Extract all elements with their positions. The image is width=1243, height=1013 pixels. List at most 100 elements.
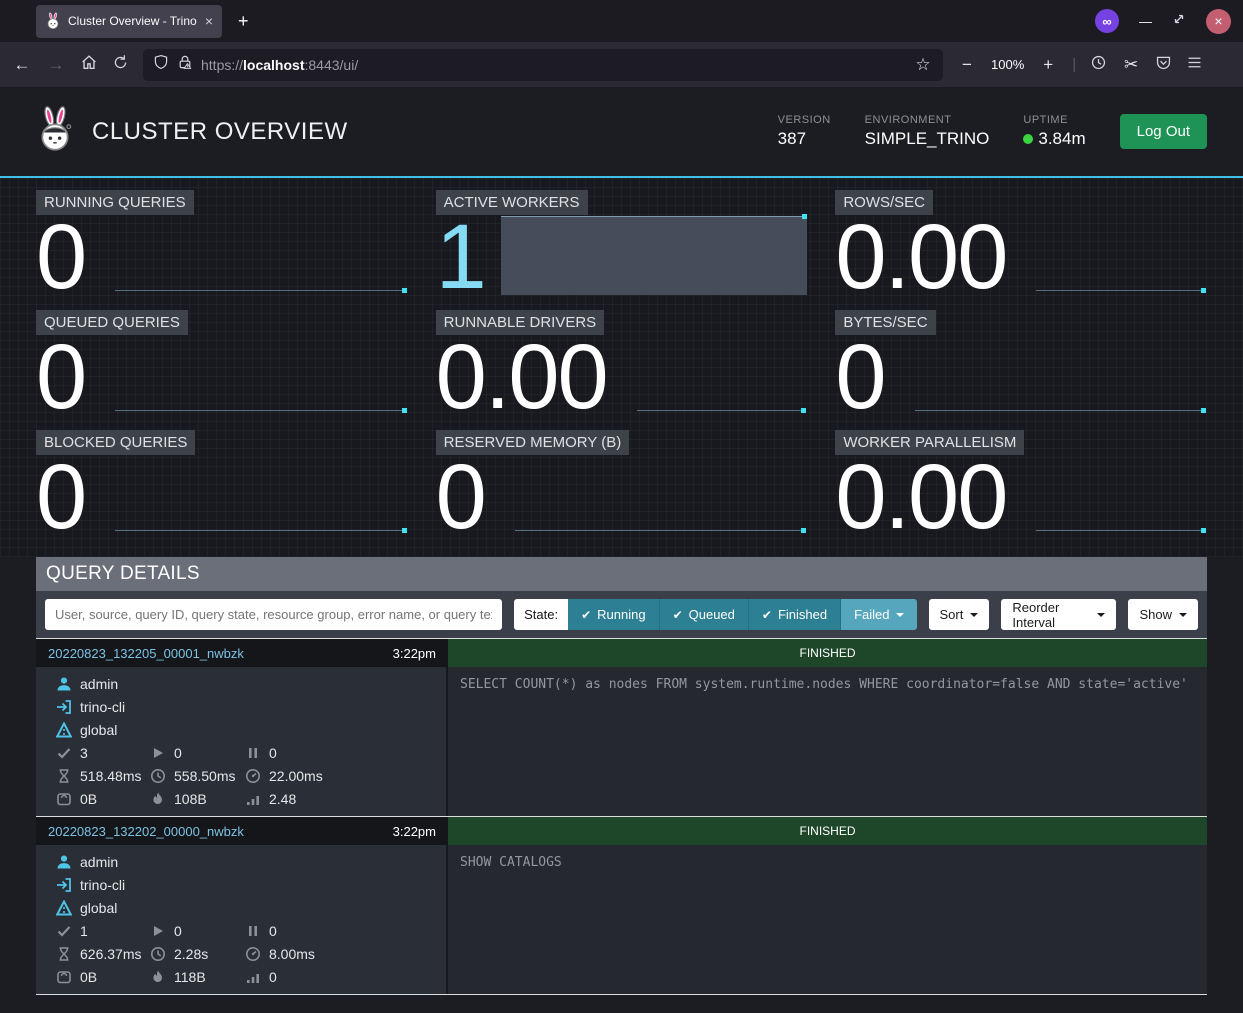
- screenshot-scissors-icon[interactable]: ✂: [1121, 55, 1141, 75]
- state-filter-group: State: ✔Running ✔Queued ✔Finished Failed: [514, 599, 916, 630]
- query-row: 20220823_132205_00001_nwbzk 3:22pm FINIS…: [36, 638, 1207, 816]
- url-text[interactable]: https://localhost:8443/ui/: [201, 57, 905, 73]
- query-status-badge: FINISHED: [448, 639, 1207, 667]
- filter-failed-dropdown[interactable]: Failed: [841, 599, 916, 630]
- query-time: 3:22pm: [393, 824, 436, 839]
- wall-time-icon: [56, 946, 72, 962]
- zoom-in-icon[interactable]: +: [1038, 55, 1058, 75]
- elapsed-time-icon: [150, 768, 166, 784]
- chevron-down-icon: [896, 613, 904, 617]
- search-input[interactable]: [45, 599, 502, 630]
- running-splits-icon: [150, 923, 166, 939]
- chevron-down-icon: [1097, 613, 1105, 617]
- reload-icon[interactable]: [112, 54, 129, 76]
- source-icon: [56, 877, 72, 893]
- resource-group-icon: [56, 722, 72, 738]
- query-list: 20220823_132205_00001_nwbzk 3:22pm FINIS…: [36, 638, 1207, 995]
- stat-card-active-workers: ACTIVE WORKERS 1: [436, 190, 808, 301]
- queued-splits-icon: [245, 923, 261, 939]
- trino-favicon: [45, 12, 61, 30]
- filter-finished-button[interactable]: ✔Finished: [749, 599, 841, 630]
- chevron-down-icon: [1179, 613, 1187, 617]
- cumulative-memory-icon: [150, 791, 166, 807]
- lock-warning-icon[interactable]: [177, 54, 193, 75]
- browser-navbar: ← → https://localhost:8443/ui/ ☆ − 100% …: [0, 42, 1243, 87]
- menu-hamburger-icon[interactable]: [1186, 54, 1203, 76]
- sparkline: [515, 530, 806, 531]
- query-stats-panel: admin trino-cli global 1 0 0 626.37ms 2.…: [36, 845, 448, 994]
- sparkline-filled: [501, 216, 808, 295]
- query-details-section: QUERY DETAILS State: ✔Running ✔Queued ✔F…: [36, 557, 1207, 995]
- query-details-title: QUERY DETAILS: [36, 557, 1207, 591]
- stat-card-rows-sec: ROWS/SEC 0.00: [835, 190, 1207, 301]
- toolbar-divider: |: [1072, 56, 1076, 73]
- home-icon[interactable]: [80, 53, 98, 76]
- stat-card-blocked-queries: BLOCKED QUERIES 0: [36, 430, 408, 541]
- sparkline: [1036, 530, 1205, 531]
- query-filter-bar: State: ✔Running ✔Queued ✔Finished Failed…: [36, 591, 1207, 638]
- query-time: 3:22pm: [393, 646, 436, 661]
- bookmark-star-icon[interactable]: ☆: [913, 55, 933, 75]
- show-dropdown[interactable]: Show: [1128, 599, 1198, 630]
- user-icon: [56, 854, 72, 870]
- state-label: State:: [514, 599, 568, 630]
- cpu-time-icon: [245, 768, 261, 784]
- version-stat: VERSION 387: [778, 114, 831, 149]
- query-status-badge: FINISHED: [448, 817, 1207, 845]
- stat-card-bytes-sec: BYTES/SEC 0: [835, 310, 1207, 421]
- sparkline: [637, 410, 806, 411]
- shield-icon[interactable]: [153, 54, 169, 75]
- private-browsing-icon: ∞: [1095, 9, 1119, 33]
- query-sql-panel: SHOW CATALOGS: [448, 845, 1207, 994]
- browser-tab[interactable]: Cluster Overview - Trino ×: [36, 5, 222, 38]
- cumulative-memory-icon: [150, 969, 166, 985]
- restore-button[interactable]: [1172, 12, 1186, 31]
- tab-title: Cluster Overview - Trino: [68, 14, 198, 28]
- history-clock-icon[interactable]: [1090, 54, 1107, 76]
- close-button[interactable]: ×: [1206, 9, 1231, 34]
- sort-dropdown[interactable]: Sort: [929, 599, 990, 630]
- forward-icon[interactable]: →: [46, 55, 66, 75]
- check-icon: ✔: [581, 608, 591, 622]
- filter-queued-button[interactable]: ✔Queued: [660, 599, 749, 630]
- url-bar[interactable]: https://localhost:8443/ui/ ☆: [143, 49, 943, 81]
- filter-running-button[interactable]: ✔Running: [568, 599, 660, 630]
- stat-card-running-queries: RUNNING QUERIES 0: [36, 190, 408, 301]
- query-sql-text: SELECT COUNT(*) as nodes FROM system.run…: [448, 667, 1207, 702]
- query-sql-panel: SELECT COUNT(*) as nodes FROM system.run…: [448, 667, 1207, 816]
- uptime-status-dot: [1023, 134, 1033, 144]
- cluster-stats: RUNNING QUERIES 0 ACTIVE WORKERS 1 ROWS/…: [0, 178, 1243, 557]
- pocket-icon[interactable]: [1155, 54, 1172, 76]
- stat-card-worker-parallelism: WORKER PARALLELISM 0.00: [835, 430, 1207, 541]
- stat-card-reserved-memory: RESERVED MEMORY (B) 0: [436, 430, 808, 541]
- sparkline: [1036, 290, 1205, 291]
- back-icon[interactable]: ←: [12, 55, 32, 75]
- environment-stat: ENVIRONMENT SIMPLE_TRINO: [865, 114, 990, 149]
- queued-splits-icon: [245, 745, 261, 761]
- query-row: 20220823_132202_00000_nwbzk 3:22pm FINIS…: [36, 816, 1207, 994]
- cluster-header: CLUSTER OVERVIEW VERSION 387 ENVIRONMENT…: [0, 87, 1243, 178]
- chevron-down-icon: [970, 613, 978, 617]
- browser-window: Cluster Overview - Trino × + ∞ — × ← →: [0, 0, 1243, 1013]
- sparkline: [115, 410, 405, 411]
- cpu-time-icon: [245, 946, 261, 962]
- stat-card-runnable-drivers: RUNNABLE DRIVERS 0.00: [436, 310, 808, 421]
- query-id-link[interactable]: 20220823_132205_00001_nwbzk: [48, 646, 244, 661]
- minimize-button[interactable]: —: [1139, 14, 1152, 29]
- reorder-interval-dropdown[interactable]: Reorder Interval: [1001, 599, 1116, 630]
- tab-close-icon[interactable]: ×: [205, 13, 213, 29]
- check-icon: ✔: [673, 608, 683, 622]
- zoom-out-icon[interactable]: −: [957, 55, 977, 75]
- uptime-stat: UPTIME 3.84m: [1023, 114, 1085, 149]
- user-icon: [56, 676, 72, 692]
- sparkline: [115, 530, 405, 531]
- parallelism-icon: [245, 969, 261, 985]
- resource-group-icon: [56, 900, 72, 916]
- logout-button[interactable]: Log Out: [1120, 114, 1207, 149]
- new-tab-button[interactable]: +: [238, 11, 249, 32]
- query-stats-panel: admin trino-cli global 3 0 0 518.48ms 55…: [36, 667, 448, 816]
- zoom-level[interactable]: 100%: [991, 57, 1024, 72]
- running-splits-icon: [150, 745, 166, 761]
- sparkline: [915, 410, 1205, 411]
- query-id-link[interactable]: 20220823_132202_00000_nwbzk: [48, 824, 244, 839]
